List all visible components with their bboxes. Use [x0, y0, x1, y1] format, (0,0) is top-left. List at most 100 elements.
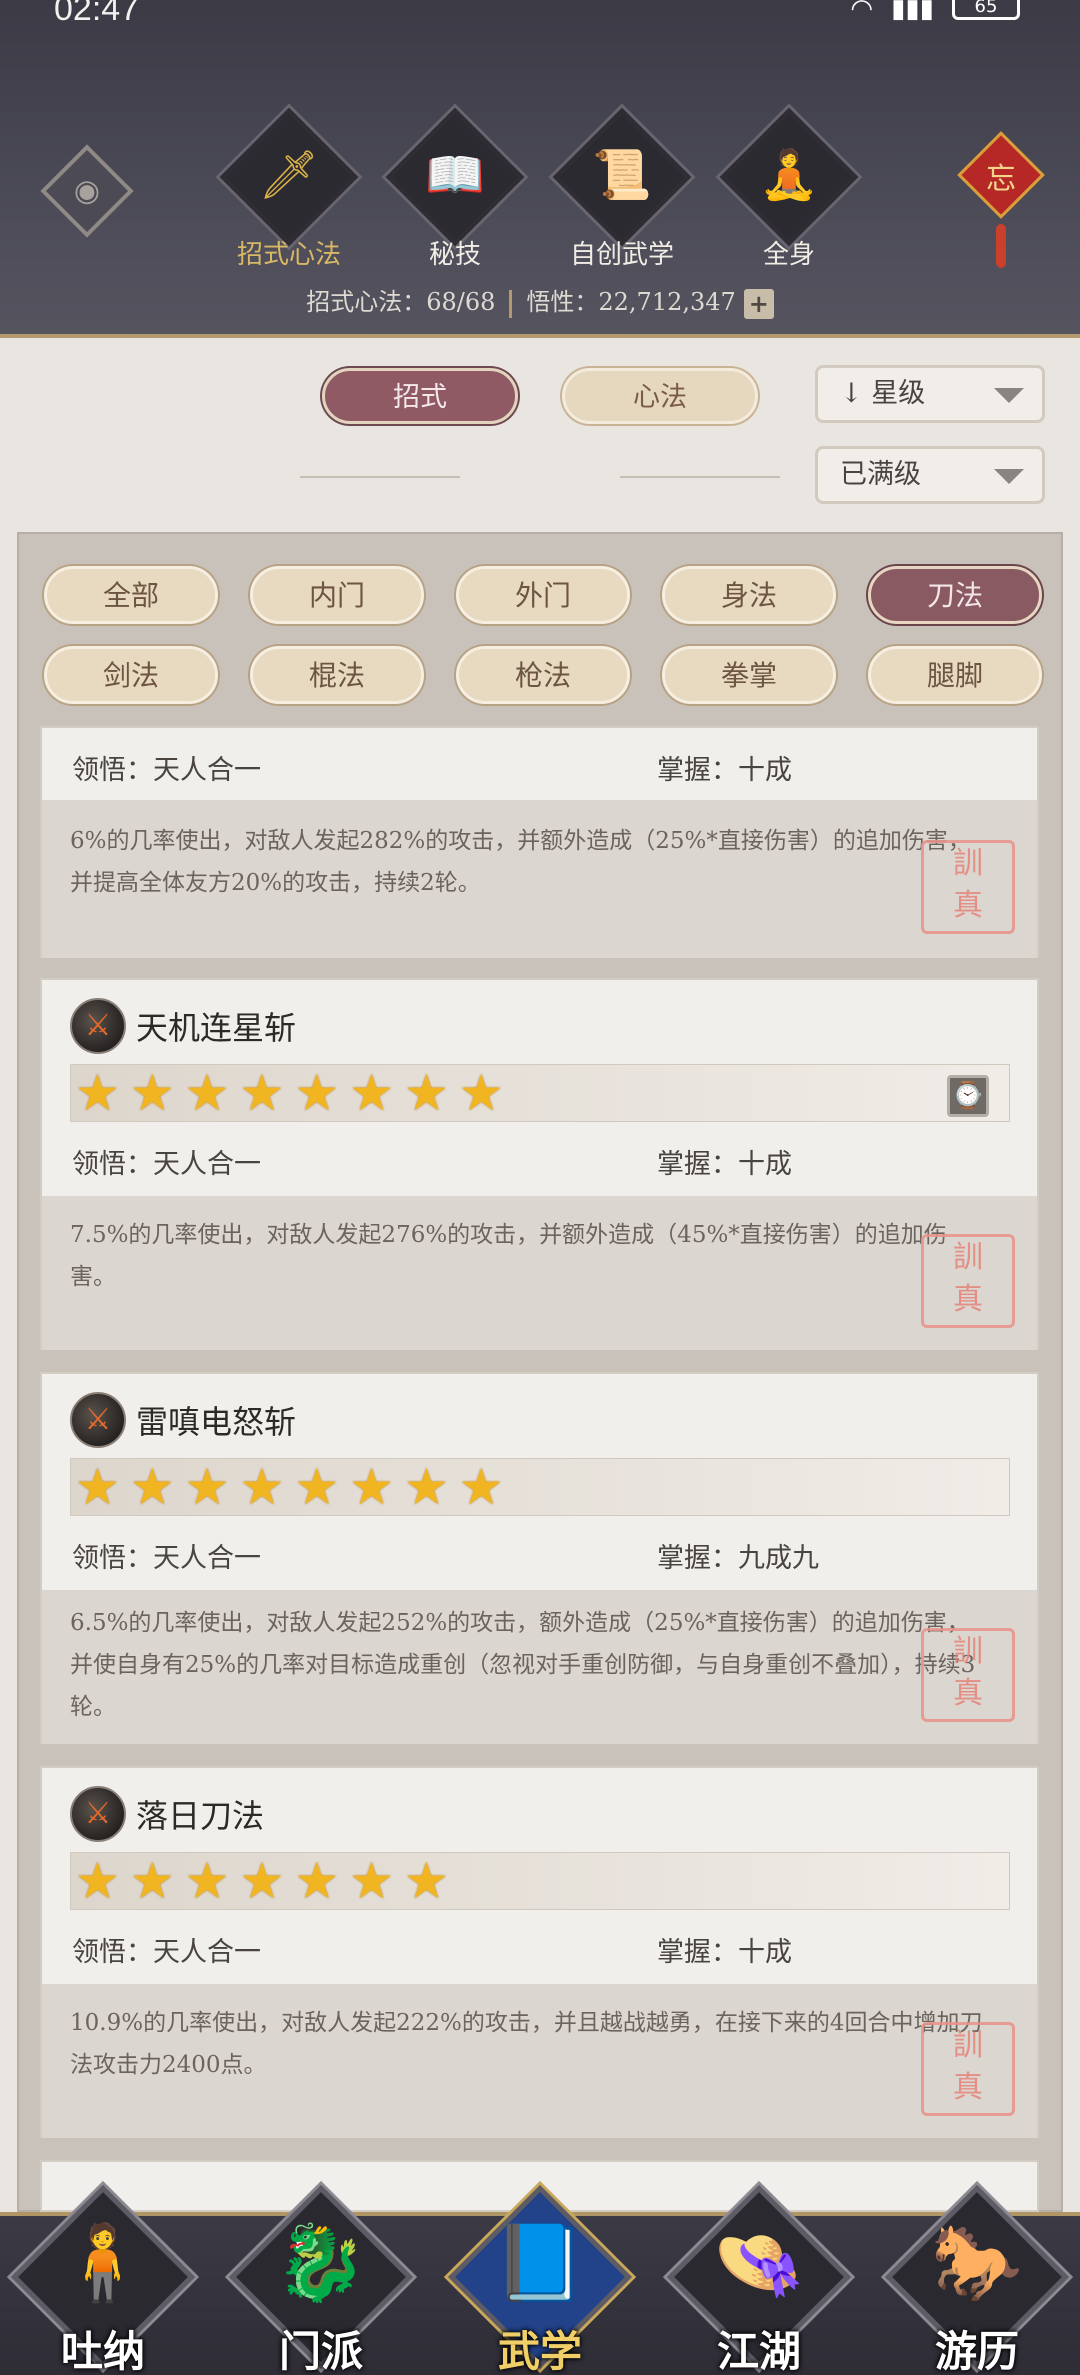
signal-icon: ▮▮▮ [891, 0, 934, 24]
filter-inner-sect[interactable]: 内门 [250, 566, 424, 624]
comprehension-label: 领悟： [72, 1149, 153, 1180]
star-rating: ★ ★ ★ ★ ★ ★ ★ [70, 1852, 1010, 1910]
decorative-line [620, 476, 780, 478]
divider [509, 289, 513, 318]
level-filter-label: 已满级 [840, 459, 921, 490]
comprehension-field: 领悟：天人合一 [72, 1536, 261, 1575]
mastery-value: 十成 [738, 755, 792, 786]
skill-card[interactable]: 领悟：天人合一 掌握：十成 6%的几率使出，对敌人发起282%的攻击，并额外造成… [40, 726, 1039, 958]
nav-sect[interactable]: 🐉 门派 [229, 2185, 413, 2375]
comprehension-field: 领悟：天人合一 [72, 748, 261, 787]
stats-bar: 招式心法：68/68 悟性：22,712,347 + [0, 282, 1080, 319]
stars: ★ ★ ★ ★ ★ ★ ★ ★ [75, 1067, 504, 1119]
filter-staff[interactable]: 棍法 [250, 646, 424, 704]
skill-name: 天机连星斩 [136, 1009, 297, 1047]
seal-stamp: 訓真 [921, 1628, 1015, 1722]
tab-mind-method[interactable]: 心法 [562, 368, 758, 424]
eye-toggle-button[interactable]: ◉ [40, 144, 134, 238]
straw-hat-icon: 👒 [712, 2220, 806, 2306]
skill-card[interactable]: ⚔ 雷嗔电怒斩 ★ ★ ★ ★ ★ ★ ★ ★ 领悟：天人合一 掌握：九成九 6.5%的几率使… [40, 1372, 1039, 1744]
status-time: 02:47 [54, 0, 140, 28]
tab-moves[interactable]: 招式 [322, 368, 518, 424]
figure-icon: 🧍 [56, 2220, 150, 2306]
meditation-icon: 🧘 [759, 147, 819, 203]
tab-label: 招式心法 [236, 240, 341, 270]
mastery-label: 掌握： [657, 1543, 738, 1574]
nav-jianghu[interactable]: 👒 江湖 [667, 2185, 851, 2375]
filter-footwork[interactable]: 身法 [662, 566, 836, 624]
sword-icon: 🗡 [258, 147, 320, 203]
lucky-knot-button[interactable]: 忘 [957, 104, 1045, 274]
seal-stamp: 訓真 [921, 840, 1015, 934]
nav-breathing[interactable]: 🧍 吐纳 [11, 2185, 195, 2375]
star-icon: ★ [403, 1458, 449, 1516]
sort-label: 星级 [871, 378, 926, 409]
skill-card[interactable]: ⚔ 天机连星斩 ★ ★ ★ ★ ★ ★ ★ ★ ⌚ 领悟：天人合一 掌握：十成 7.5%的几率… [40, 978, 1039, 1350]
tab-label: 自创武学 [569, 240, 674, 270]
comprehension-label: 领悟： [72, 755, 153, 786]
tab-whole-body[interactable]: 🧘 全身 [719, 107, 859, 270]
insight-label: 悟性： [526, 288, 599, 316]
filter-sword[interactable]: 剑法 [44, 646, 218, 704]
stopwatch-icon[interactable]: ⌚ [947, 1075, 989, 1117]
add-insight-button[interactable]: + [743, 288, 774, 319]
star-icon: ★ [75, 1064, 120, 1122]
nav-label: 武学 [497, 2327, 582, 2375]
filter-blade[interactable]: 刀法 [868, 566, 1042, 624]
comprehension-value: 天人合一 [153, 1149, 261, 1180]
star-icon: ★ [129, 1458, 175, 1516]
nav-travel[interactable]: 🐎 游历 [885, 2185, 1069, 2375]
star-icon: ★ [349, 1064, 394, 1122]
stars: ★ ★ ★ ★ ★ ★ ★ [75, 1855, 449, 1907]
skill-card[interactable]: ⚔ 落日刀法 ★ ★ ★ ★ ★ ★ ★ 领悟：天人合一 掌握：十成 10.9%的几率使出，… [40, 1766, 1039, 2138]
blade-skill-icon: ⚔ [70, 998, 126, 1054]
comprehension-value: 天人合一 [153, 1543, 261, 1574]
skill-name: 雷嗔电怒斩 [136, 1403, 297, 1441]
seal-stamp: 訓真 [921, 1234, 1015, 1328]
star-icon: ★ [294, 1458, 340, 1516]
skill-description: 6%的几率使出，对敌人发起282%的攻击，并额外造成（25%*直接伤害）的追加伤… [70, 828, 971, 896]
skill-description: 7.5%的几率使出，对敌人发起276%的攻击，并额外造成（45%*直接伤害）的追… [70, 1222, 947, 1290]
filter-outer-sect[interactable]: 外门 [456, 566, 630, 624]
tab-self-created[interactable]: 📜 自创武学 [552, 107, 692, 270]
skill-title-row: ⚔ 雷嗔电怒斩 [70, 1392, 296, 1448]
mastery-field: 掌握：十成 [657, 748, 792, 787]
sort-dropdown[interactable]: ↓ 星级 [815, 365, 1045, 423]
nav-label: 门派 [278, 2327, 363, 2375]
star-icon: ★ [239, 1458, 285, 1516]
tab-moves-mind[interactable]: 🗡 招式心法 [219, 107, 359, 270]
nav-martial-arts[interactable]: 📘 武学 [448, 2185, 632, 2375]
filter-all[interactable]: 全部 [44, 566, 218, 624]
chevron-down-icon [994, 469, 1024, 484]
skill-title-row: ⚔ 天机连星斩 [70, 998, 296, 1054]
comprehension-label: 领悟： [72, 1543, 153, 1574]
tab-secret-skills[interactable]: 📖 秘技 [385, 107, 525, 270]
scroll-icon: 📜 [592, 147, 652, 203]
comprehension-field: 领悟：天人合一 [72, 1142, 261, 1181]
filter-leg[interactable]: 腿脚 [868, 646, 1042, 704]
comprehension-value: 天人合一 [153, 1937, 261, 1968]
filter-fist[interactable]: 拳掌 [662, 646, 836, 704]
blade-skill-icon: ⚔ [70, 1392, 126, 1448]
comprehension-value: 天人合一 [153, 755, 261, 786]
star-icon: ★ [403, 1852, 449, 1910]
mastery-value: 九成九 [738, 1543, 819, 1574]
book-icon: 📖 [425, 147, 485, 203]
level-filter-dropdown[interactable]: 已满级 [815, 446, 1045, 504]
chevron-down-icon [994, 388, 1024, 403]
star-icon: ★ [239, 1064, 285, 1122]
skill-description: 6.5%的几率使出，对敌人发起252%的攻击，额外造成（25%*直接伤害）的追加… [70, 1610, 976, 1720]
mastery-field: 掌握：九成九 [657, 1536, 819, 1575]
star-icon: ★ [458, 1064, 504, 1122]
nav-label: 游历 [934, 2327, 1019, 2375]
star-icon: ★ [184, 1852, 230, 1910]
tab-label: 秘技 [428, 240, 481, 270]
star-rating: ★ ★ ★ ★ ★ ★ ★ ★ ⌚ [70, 1064, 1010, 1122]
wifi-icon: ◠ [850, 0, 874, 24]
filter-spear[interactable]: 枪法 [456, 646, 630, 704]
star-icon: ★ [294, 1852, 340, 1910]
mastery-value: 十成 [738, 1937, 792, 1968]
comprehension-label: 领悟： [72, 1937, 153, 1968]
moves-label: 招式心法： [306, 288, 427, 316]
mastery-label: 掌握： [657, 755, 738, 786]
